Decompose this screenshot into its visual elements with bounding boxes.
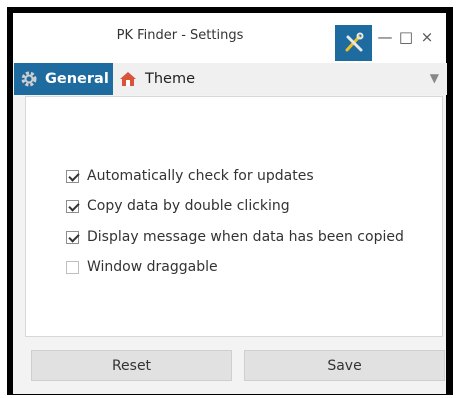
- gear-icon: [21, 71, 37, 87]
- display-message-checkbox[interactable]: [66, 230, 79, 244]
- save-button[interactable]: Save: [244, 350, 445, 381]
- minimize-button[interactable]: —: [377, 28, 393, 46]
- auto-update-checkbox[interactable]: [66, 169, 79, 183]
- house-icon: [120, 72, 136, 86]
- option-display-message[interactable]: Display message when data has been copie…: [66, 229, 404, 245]
- wrench-screwdriver-icon: [345, 32, 363, 52]
- close-button[interactable]: ×: [419, 28, 435, 46]
- option-window-draggable[interactable]: Window draggable: [66, 259, 218, 275]
- tab-bar: General Theme ▼: [14, 63, 447, 95]
- window-title: PK Finder - Settings: [116, 28, 244, 43]
- option-auto-update[interactable]: Automatically check for updates: [66, 168, 314, 184]
- title-bar[interactable]: PK Finder - Settings — □ ×: [13, 13, 446, 65]
- copy-double-click-checkbox[interactable]: [66, 199, 79, 213]
- display-message-label: Display message when data has been copie…: [87, 229, 404, 245]
- copy-double-click-label: Copy data by double clicking: [87, 198, 290, 214]
- tab-general-label: General: [45, 71, 109, 87]
- tab-theme-label: Theme: [145, 71, 196, 87]
- tab-dropdown-icon[interactable]: ▼: [430, 71, 439, 85]
- tab-theme[interactable]: Theme: [113, 63, 195, 95]
- maximize-button[interactable]: □: [398, 28, 414, 46]
- window-draggable-label: Window draggable: [87, 259, 218, 275]
- general-settings-panel: Automatically check for updates Copy dat…: [25, 96, 443, 337]
- option-copy-double-click[interactable]: Copy data by double clicking: [66, 198, 290, 214]
- reset-button[interactable]: Reset: [31, 350, 232, 381]
- auto-update-label: Automatically check for updates: [87, 168, 314, 184]
- tab-general[interactable]: General: [14, 63, 113, 95]
- window-draggable-checkbox[interactable]: [66, 260, 79, 274]
- tools-button[interactable]: [335, 25, 372, 61]
